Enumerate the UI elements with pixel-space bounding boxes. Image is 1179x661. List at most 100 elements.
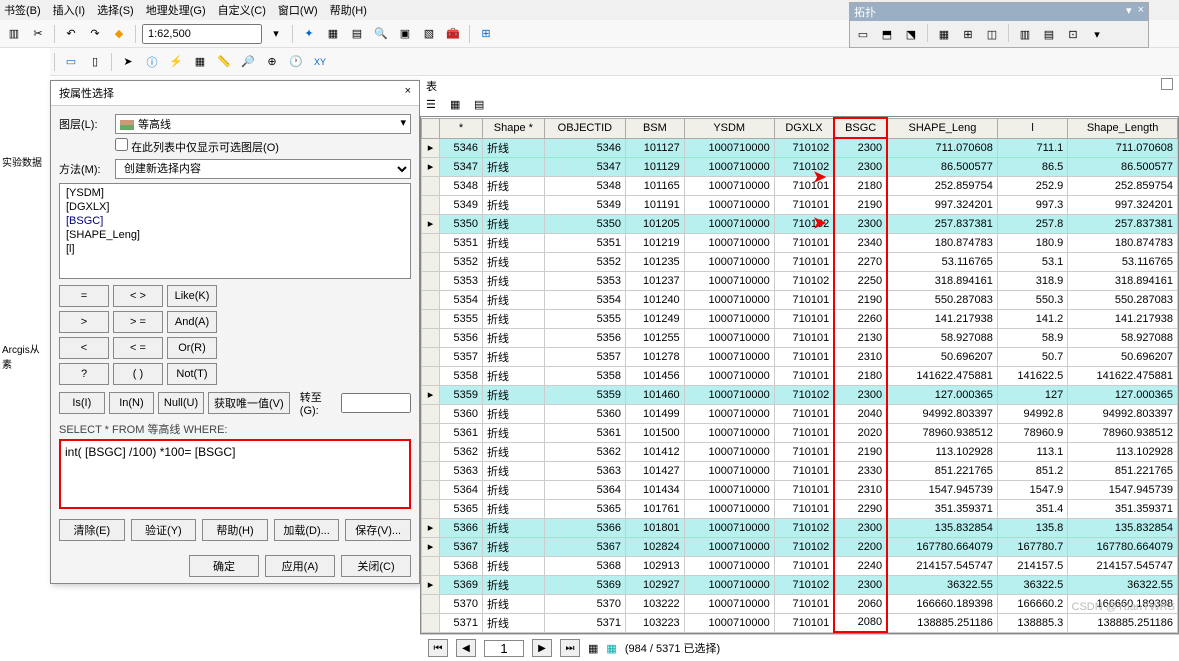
table-row[interactable]: 5352折线53521012351000710000710101227053.1… xyxy=(422,252,1178,271)
xy-icon[interactable]: XY xyxy=(310,52,330,72)
show-all-icon[interactable]: ▦ xyxy=(588,642,598,655)
scale-dropdown-icon[interactable]: ▾ xyxy=(266,24,286,44)
topo-icon[interactable]: ⬔ xyxy=(901,24,921,44)
close-button[interactable]: 关闭(C) xyxy=(341,555,411,577)
get-unique-values-button[interactable]: 获取唯一值(V) xyxy=(208,392,290,414)
ok-button[interactable]: 确定 xyxy=(189,555,259,577)
pointer-icon[interactable]: ➤ xyxy=(118,52,138,72)
nav-position[interactable] xyxy=(484,640,524,657)
column-header[interactable]: YSDM xyxy=(684,118,774,138)
field-item[interactable]: [BSGC] xyxy=(62,214,408,228)
time-icon[interactable]: 🕐 xyxy=(286,52,306,72)
op-le[interactable]: < = xyxy=(113,337,163,359)
column-header[interactable]: l xyxy=(997,118,1067,138)
field-item[interactable]: [SHAPE_Leng] xyxy=(62,228,408,242)
op-eq[interactable]: = xyxy=(59,285,109,307)
nav-last-icon[interactable]: ⏭ xyxy=(560,639,580,657)
column-header[interactable] xyxy=(422,118,440,138)
column-header[interactable]: Shape_Length xyxy=(1068,118,1178,138)
model-icon[interactable]: ▧ xyxy=(419,24,439,44)
help-button[interactable]: 帮助(H) xyxy=(202,519,268,541)
column-header[interactable]: OBJECTID xyxy=(544,118,625,138)
clear-button[interactable]: 清除(E) xyxy=(59,519,125,541)
table-row[interactable]: 5357折线53571012781000710000710101231050.6… xyxy=(422,347,1178,366)
column-header[interactable]: SHAPE_Leng xyxy=(887,118,997,138)
topo-icon[interactable]: ▭ xyxy=(853,24,873,44)
op-null[interactable]: Null(U) xyxy=(158,392,204,414)
toc-icon[interactable]: ▦ xyxy=(323,24,343,44)
method-combo[interactable]: 创建新选择内容 xyxy=(115,159,411,179)
table-row[interactable]: 5349折线534910119110007100007101012190997.… xyxy=(422,195,1178,214)
hyperlink-icon[interactable]: ⚡ xyxy=(166,52,186,72)
op-wildcard[interactable]: ? xyxy=(59,363,109,385)
table-row[interactable]: ▸5347折线53471011291000710000710102230086.… xyxy=(422,157,1178,176)
op-not[interactable]: Not(T) xyxy=(167,363,217,385)
identify-icon[interactable]: ⓘ xyxy=(142,52,162,72)
editor-icon[interactable]: ✦ xyxy=(299,24,319,44)
topology-dropdown-icon[interactable]: ▾ xyxy=(1126,4,1132,20)
op-lt[interactable]: < xyxy=(59,337,109,359)
topo-icon[interactable]: ▾ xyxy=(1087,24,1107,44)
flow-icon[interactable]: ⊞ xyxy=(476,24,496,44)
table-row[interactable]: ▸5359折线535910146010007100007101022300127… xyxy=(422,385,1178,404)
column-header[interactable]: BSGC xyxy=(834,118,887,138)
table-row[interactable]: 5364折线5364101434100071000071010123101547… xyxy=(422,480,1178,499)
topo-icon[interactable]: ⊞ xyxy=(958,24,978,44)
topo-icon[interactable]: ▤ xyxy=(1039,24,1059,44)
table-row[interactable]: 5365折线536510176110007100007101012290351.… xyxy=(422,499,1178,518)
topo-icon[interactable]: ⬒ xyxy=(877,24,897,44)
redo-icon[interactable]: ↷ xyxy=(85,24,105,44)
table-row[interactable]: ▸5346折线534610112710007100007101022300711… xyxy=(422,138,1178,157)
layer-combo[interactable]: 等高线▾ xyxy=(115,114,411,134)
table-options-icon[interactable]: ☰ xyxy=(426,98,442,114)
verify-button[interactable]: 验证(Y) xyxy=(131,519,197,541)
show-selected-icon[interactable]: ▦ xyxy=(606,642,616,655)
field-item[interactable]: [YSDM] xyxy=(62,186,408,200)
table-row[interactable]: 5368折线5368102913100071000071010122402141… xyxy=(422,556,1178,575)
column-header[interactable]: * xyxy=(440,118,483,138)
op-like[interactable]: Like(K) xyxy=(167,285,217,307)
menu-item[interactable]: 选择(S) xyxy=(97,2,134,18)
menu-item[interactable]: 书签(B) xyxy=(4,2,41,18)
op-or[interactable]: Or(R) xyxy=(167,337,217,359)
table-row[interactable]: ▸5367折线536710282410007100007101022200167… xyxy=(422,537,1178,556)
attribute-grid[interactable]: *Shape *OBJECTIDBSMYSDMDGXLXBSGCSHAPE_Le… xyxy=(421,117,1178,633)
related-tables-icon[interactable]: ▦ xyxy=(450,98,466,114)
nav-next-icon[interactable]: ▶ xyxy=(532,639,552,657)
table-row[interactable]: 5361折线5361101500100071000071010120207896… xyxy=(422,423,1178,442)
op-gt[interactable]: > xyxy=(59,311,109,333)
topo-icon[interactable]: ◫ xyxy=(982,24,1002,44)
table-row[interactable]: 5360折线5360101499100071000071010120409499… xyxy=(422,404,1178,423)
op-ge[interactable]: > = xyxy=(113,311,163,333)
measure-icon[interactable]: 📏 xyxy=(214,52,234,72)
op-is[interactable]: Is(I) xyxy=(59,392,105,414)
topo-icon[interactable]: ⊡ xyxy=(1063,24,1083,44)
sql-expression-box[interactable]: int( [BSGC] /100) *100= [BSGC] xyxy=(59,439,411,509)
menu-item[interactable]: 插入(I) xyxy=(53,2,85,18)
add-data-icon[interactable]: ◆ xyxy=(109,24,129,44)
python-icon[interactable]: ▣ xyxy=(395,24,415,44)
htmlpop-icon[interactable]: ▦ xyxy=(190,52,210,72)
select-rect-icon[interactable]: ▭ xyxy=(61,52,81,72)
table-row[interactable]: 5353折线535310123710007100007101022250318.… xyxy=(422,271,1178,290)
table-row[interactable]: 5355折线535510124910007100007101012260141.… xyxy=(422,309,1178,328)
topo-icon[interactable]: ▥ xyxy=(1015,24,1035,44)
table-row[interactable]: 5363折线536310142710007100007101012330851.… xyxy=(422,461,1178,480)
select-by-attr-icon[interactable]: ▤ xyxy=(474,98,490,114)
catalog-icon[interactable]: ▤ xyxy=(347,24,367,44)
menu-item[interactable]: 地理处理(G) xyxy=(146,2,206,18)
find-icon[interactable]: 🔎 xyxy=(238,52,258,72)
close-icon[interactable]: × xyxy=(405,85,411,101)
apply-button[interactable]: 应用(A) xyxy=(265,555,335,577)
cut-icon[interactable]: ✂ xyxy=(28,24,48,44)
table-row[interactable]: 5370折线5370103222100071000071010120601666… xyxy=(422,594,1178,613)
column-header[interactable]: DGXLX xyxy=(774,118,834,138)
nav-prev-icon[interactable]: ◀ xyxy=(456,639,476,657)
table-row[interactable]: 5348折线534810116510007100007101012180252.… xyxy=(422,176,1178,195)
menu-item[interactable]: 窗口(W) xyxy=(278,2,318,18)
table-row[interactable]: ▸5350折线535010120510007100007101022300257… xyxy=(422,214,1178,233)
op-ne[interactable]: < > xyxy=(113,285,163,307)
load-button[interactable]: 加载(D)... xyxy=(274,519,340,541)
table-row[interactable]: 5351折线535110121910007100007101012340180.… xyxy=(422,233,1178,252)
goto-icon[interactable]: ⊕ xyxy=(262,52,282,72)
